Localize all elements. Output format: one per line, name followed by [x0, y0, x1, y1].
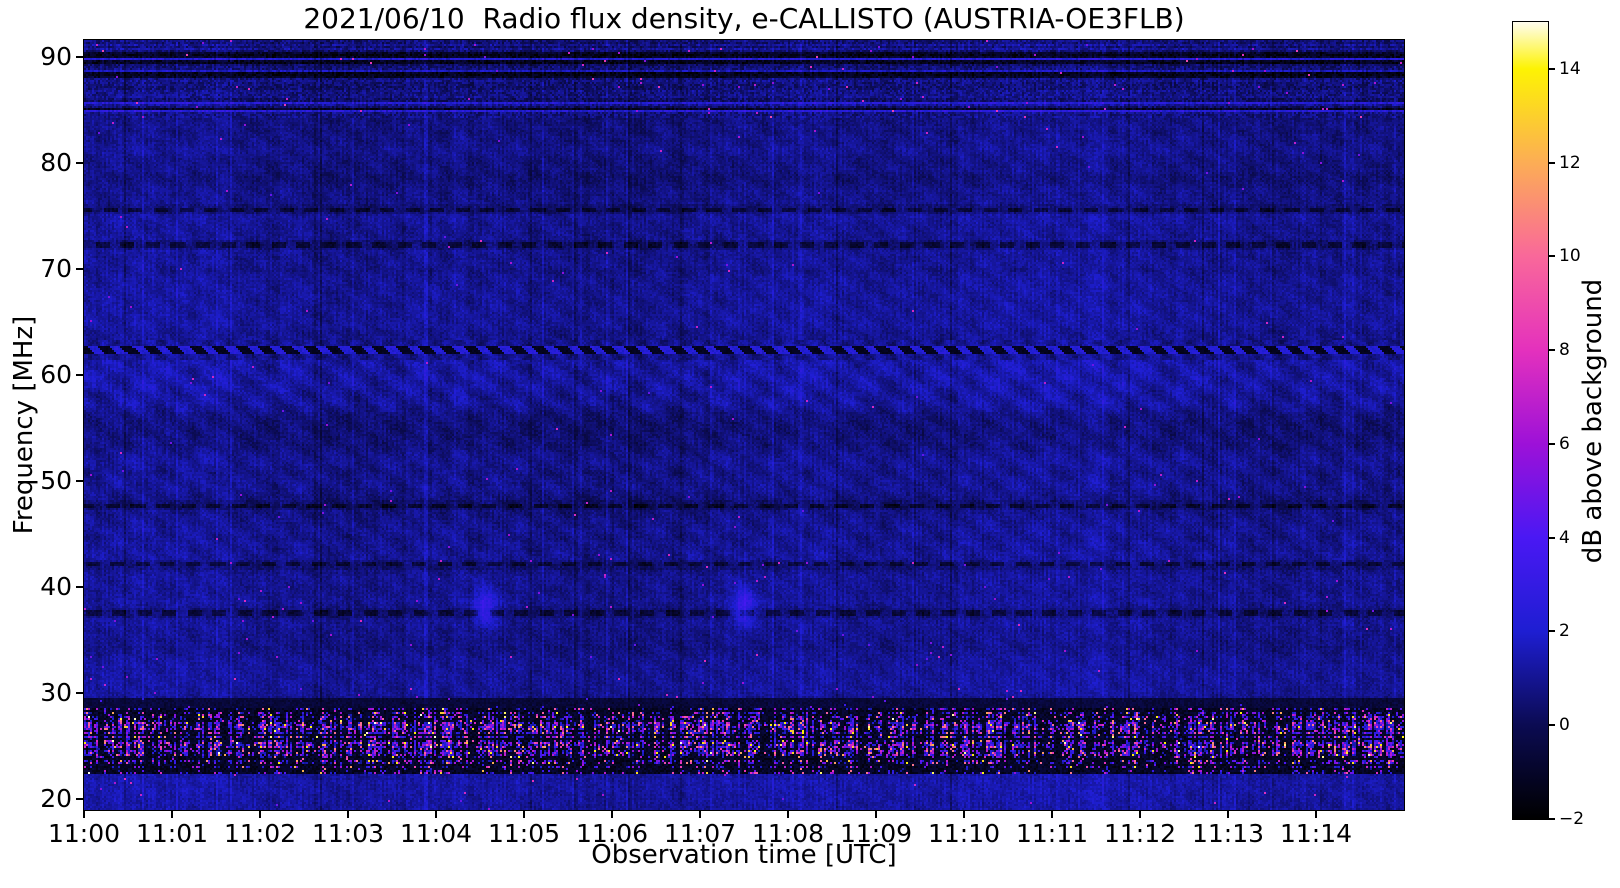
colorbar-tick-label: 4 [1559, 527, 1570, 548]
y-tick-mark [76, 374, 83, 377]
x-tick-mark [259, 811, 261, 818]
x-tick-mark [787, 811, 789, 818]
colorbar-tick-mark [1549, 724, 1555, 727]
colorbar-label: dB above background [1578, 278, 1608, 563]
colorbar-tick-label: 12 [1559, 152, 1581, 173]
spectrogram-canvas [84, 40, 1404, 810]
y-tick-label: 30 [40, 678, 72, 708]
chart-title: 2021/06/10 Radio flux density, e-CALLIST… [303, 2, 1185, 35]
colorbar-tick-mark [1549, 442, 1555, 445]
y-tick-label: 40 [40, 572, 72, 602]
x-tick-mark [1227, 811, 1229, 818]
colorbar-tick-mark [1549, 818, 1555, 820]
x-tick-mark [435, 811, 437, 818]
y-tick-mark [76, 268, 83, 271]
colorbar-tick-mark [1549, 536, 1555, 539]
colorbar-tick-label: 0 [1559, 715, 1570, 736]
x-tick-mark [1315, 811, 1317, 818]
x-tick-mark [875, 811, 877, 818]
y-tick-mark [76, 162, 83, 165]
colorbar-tick-mark [1549, 161, 1555, 164]
colorbar-tick-mark [1549, 630, 1555, 633]
x-tick-mark [699, 811, 701, 818]
colorbar-gradient [1513, 22, 1548, 819]
y-tick-label: 20 [40, 784, 72, 814]
x-tick-mark [347, 811, 349, 818]
x-axis-label: Observation time [UTC] [591, 840, 897, 870]
page: { "title": "2021/06/10 Radio flux densit… [0, 0, 1620, 888]
y-tick-label: 80 [40, 148, 72, 178]
colorbar-tick-mark [1549, 349, 1555, 352]
y-tick-mark [76, 480, 83, 483]
y-axis-label: Frequency [MHz] [9, 315, 39, 535]
spectrogram-plot [83, 39, 1405, 811]
x-tick-mark [83, 811, 85, 818]
colorbar-tick-mark [1549, 255, 1555, 258]
y-tick-mark [76, 586, 83, 589]
colorbar-tick-label: 14 [1559, 58, 1581, 79]
y-tick-label: 60 [40, 360, 72, 390]
y-tick-label: 70 [40, 254, 72, 284]
colorbar-tick-label: 6 [1559, 433, 1570, 454]
x-tick-mark [1139, 811, 1141, 818]
colorbar-tick-label: 8 [1559, 340, 1570, 361]
y-tick-mark [76, 55, 83, 58]
x-tick-mark [171, 811, 173, 818]
x-tick-mark [1051, 811, 1053, 818]
y-tick-mark [76, 692, 83, 695]
colorbar-tick-label: −2 [1559, 809, 1585, 829]
y-tick-label: 90 [40, 41, 72, 71]
x-tick-mark [611, 811, 613, 818]
x-tick-mark [963, 811, 965, 818]
colorbar-tick-mark [1549, 67, 1555, 70]
colorbar-tick-label: 2 [1559, 621, 1570, 642]
y-tick-label: 50 [40, 466, 72, 496]
y-tick-mark [76, 798, 83, 801]
colorbar [1512, 21, 1549, 820]
x-tick-mark [523, 811, 525, 818]
